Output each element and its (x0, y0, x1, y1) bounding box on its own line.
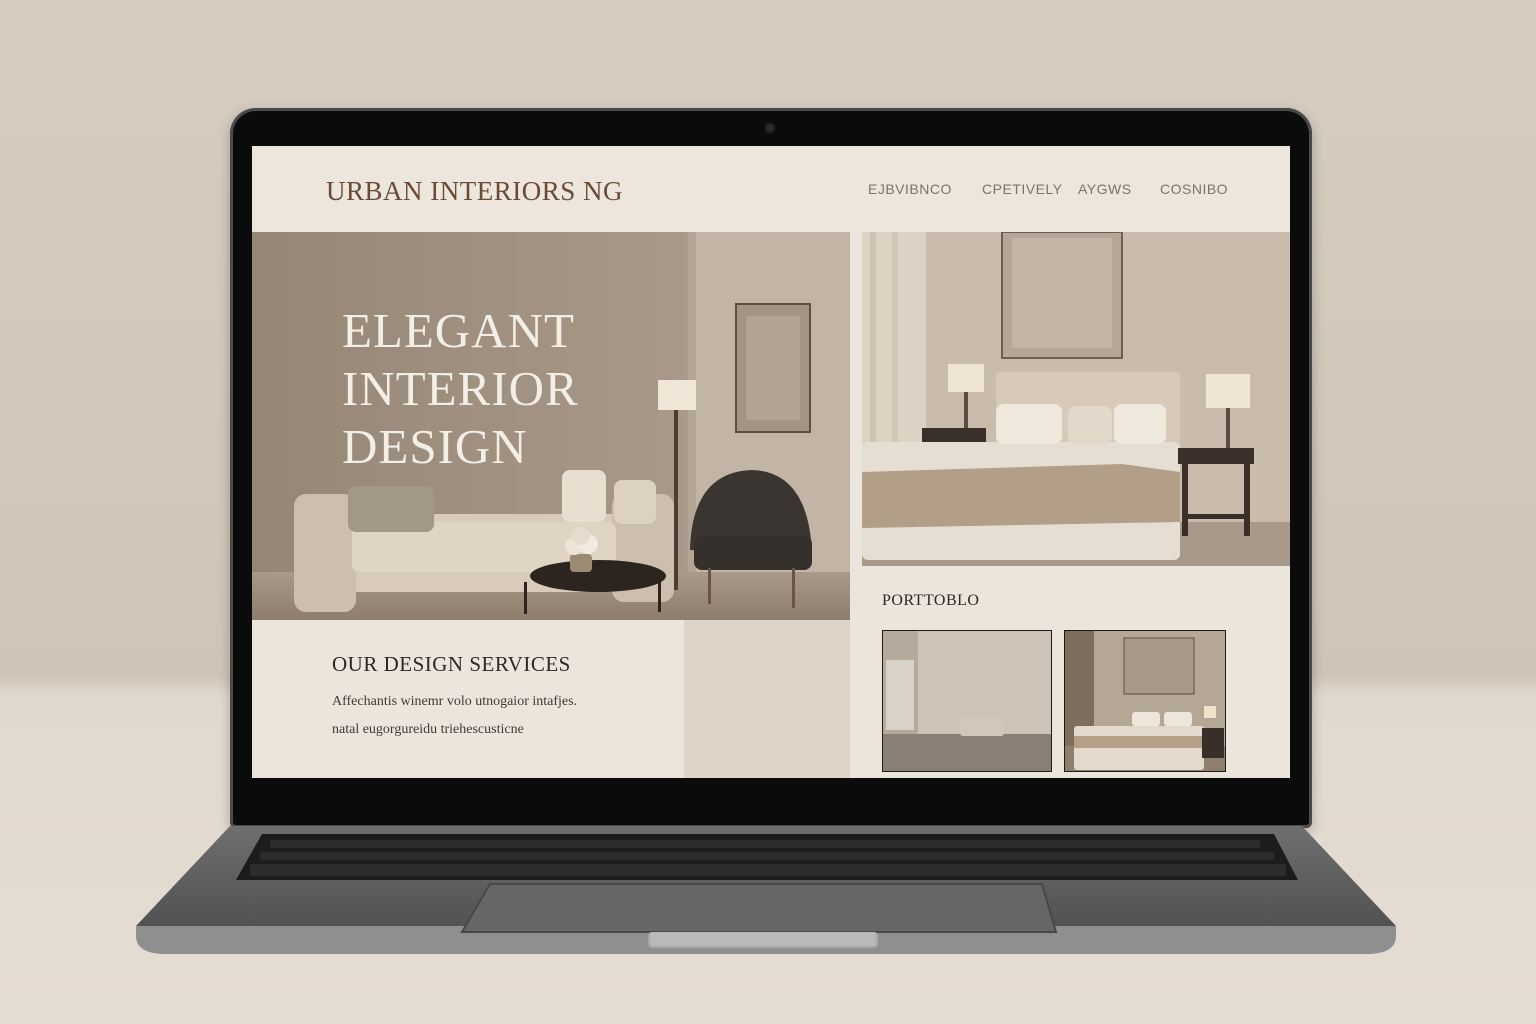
nav-link-3[interactable]: AYGWS (1078, 181, 1132, 197)
portfolio-thumb-1[interactable] (882, 630, 1052, 772)
website-screen: URBAN INTERIORS NG EJBVIBNCO CPETIVELY A… (252, 146, 1290, 778)
portfolio-thumb-2[interactable] (1064, 630, 1226, 772)
laptop-lid: URBAN INTERIORS NG EJBVIBNCO CPETIVELY A… (230, 108, 1312, 828)
site-header: URBAN INTERIORS NG EJBVIBNCO CPETIVELY A… (252, 146, 1290, 232)
nav-link-1[interactable]: EJBVIBNCO (868, 181, 952, 197)
portfolio-title: PORTTOBLO (882, 592, 980, 609)
hero-title-line-1: ELEGANT (342, 303, 575, 358)
services-text-line-1: Affechantis winemr volo utnogaior intafj… (332, 694, 578, 709)
hero-title-line-3: DESIGN (342, 419, 528, 474)
services-text-line-2: natal eugorgureidu triehescusticne (332, 722, 524, 737)
hero-title: ELEGANT INTERIOR DESIGN (342, 302, 579, 476)
nav-link-4[interactable]: COSNIBO (1160, 181, 1228, 197)
services-title: OUR DESIGN SERVICES (332, 652, 571, 676)
bedroom-thumb-image (1064, 630, 1226, 772)
services-section: OUR DESIGN SERVICES Affechantis winemr v… (252, 620, 684, 778)
laptop-base (136, 826, 1396, 954)
nav-link-2[interactable]: CPETIVELY (982, 181, 1063, 197)
hero-title-line-2: INTERIOR (342, 361, 579, 416)
hero-banner: ELEGANT INTERIOR DESIGN (252, 232, 850, 620)
portfolio-section: PORTTOBLO (850, 566, 1290, 778)
empty-room-image (882, 630, 1052, 772)
services-side-panel (684, 620, 850, 778)
lid-opening-notch (648, 932, 878, 950)
webcam (766, 124, 774, 132)
bedroom-image (862, 232, 1290, 566)
bedroom-feature-image (862, 232, 1290, 566)
site-logo[interactable]: URBAN INTERIORS NG (326, 176, 623, 207)
